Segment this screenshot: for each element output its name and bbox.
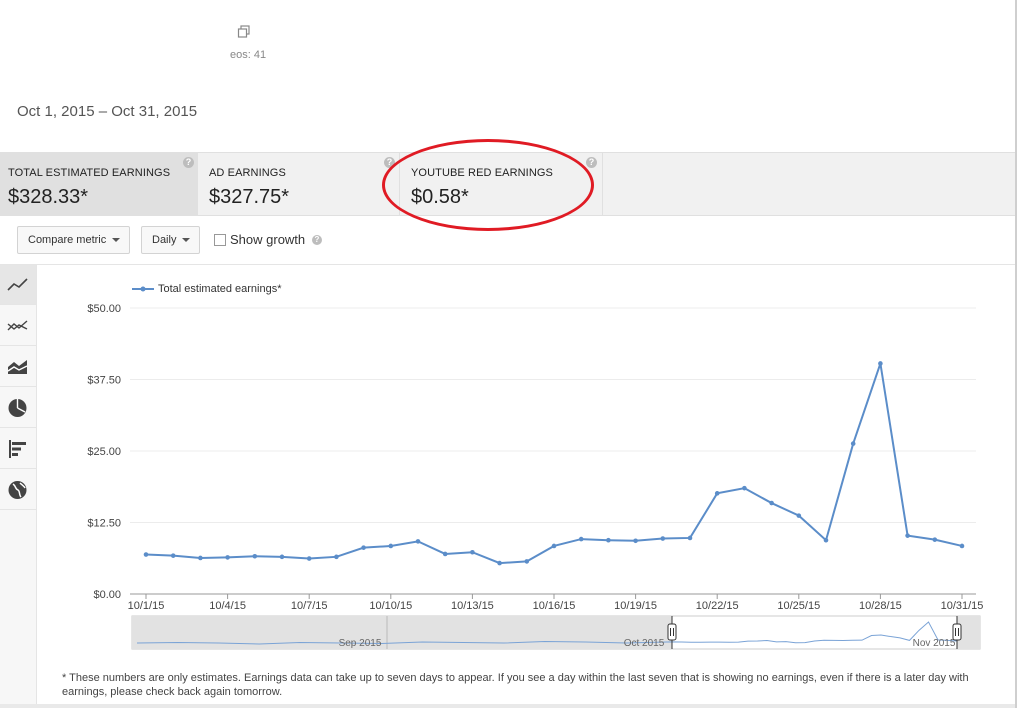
data-point [769, 500, 774, 506]
legend-label: Total estimated earnings* [158, 283, 282, 295]
bottom-strip [0, 704, 1015, 708]
y-tick-label: $50.00 [87, 303, 121, 315]
data-point [470, 549, 475, 555]
y-tick-label: $12.50 [87, 518, 121, 530]
data-point [225, 555, 230, 560]
data-point [524, 559, 530, 564]
data-point [959, 543, 965, 549]
x-tick-label: 10/16/15 [533, 600, 576, 612]
data-point [660, 536, 666, 541]
data-point [170, 553, 176, 558]
navigator-handle[interactable] [667, 623, 677, 641]
data-point [823, 537, 829, 543]
navigator-label: Nov 2015 [913, 638, 956, 649]
data-point [198, 555, 203, 561]
navigator-handle[interactable] [952, 623, 962, 641]
navigator-shade-left [132, 616, 672, 649]
x-tick-label: 10/22/15 [696, 600, 739, 612]
data-point [687, 535, 693, 541]
data-point [932, 537, 938, 542]
data-point [143, 552, 149, 557]
navigator-label: Sep 2015 [339, 638, 382, 649]
data-point [714, 491, 720, 496]
y-tick-label: $37.50 [87, 375, 121, 387]
data-point [878, 361, 883, 366]
data-point [361, 545, 366, 550]
footnote: * These numbers are only estimates. Earn… [62, 672, 969, 698]
y-tick-label: $25.00 [87, 446, 121, 458]
x-tick-label: 10/31/15 [941, 600, 984, 612]
data-point [279, 554, 285, 560]
data-point [442, 551, 448, 557]
x-tick-label: 10/19/15 [614, 600, 657, 612]
x-tick-label: 10/10/15 [369, 600, 412, 612]
legend-marker [140, 286, 146, 292]
x-tick-label: 10/25/15 [777, 600, 820, 612]
series-line [145, 363, 963, 565]
data-point [606, 537, 611, 543]
data-point [551, 543, 557, 549]
y-tick-label: $0.00 [93, 589, 121, 601]
data-point [850, 441, 856, 446]
x-tick-label: 10/7/15 [291, 600, 328, 612]
window-right-border [1015, 0, 1017, 708]
data-point [742, 485, 747, 491]
data-point [306, 556, 312, 561]
data-point [633, 538, 638, 544]
data-point [252, 553, 258, 559]
data-point [497, 560, 502, 566]
x-tick-label: 10/1/15 [128, 600, 165, 612]
navigator-label: Oct 2015 [624, 638, 665, 649]
data-point [334, 554, 339, 560]
data-point [796, 513, 802, 518]
data-point [415, 539, 421, 544]
line-chart[interactable]: $0.00 $12.50 $25.00 $37.50 $50.00 10/1/15 10/4… [0, 0, 1015, 708]
x-tick-label: 10/4/15 [209, 600, 246, 612]
data-point [905, 533, 910, 538]
x-tick-label: 10/28/15 [859, 600, 902, 612]
data-point [388, 543, 394, 549]
data-point [578, 536, 584, 542]
x-tick-label: 10/13/15 [451, 600, 494, 612]
earnings-chart: $0.00 $12.50 $25.00 $37.50 $50.00 10/1/15 10/4… [0, 0, 1015, 708]
